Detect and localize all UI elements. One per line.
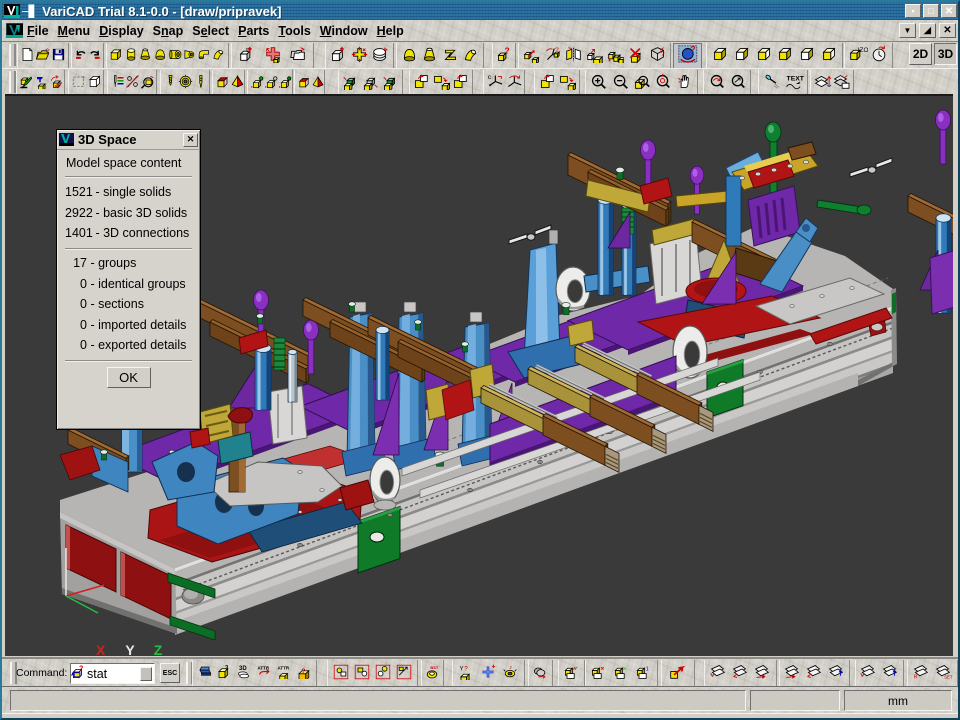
svg-text:ATTR: ATTR xyxy=(277,665,289,670)
svg-text:?: ? xyxy=(301,668,305,675)
svg-text:TEXT: TEXT xyxy=(786,76,804,83)
svg-text:?: ? xyxy=(79,664,83,672)
svg-text:?: ? xyxy=(690,45,695,54)
svg-text:IZO: IZO xyxy=(858,47,868,54)
svg-text:?: ? xyxy=(555,47,559,54)
svg-text:c: c xyxy=(488,74,492,81)
svg-text:?: ? xyxy=(504,46,509,56)
svg-text:?: ? xyxy=(661,51,665,58)
svg-text:3D: 3D xyxy=(239,666,247,672)
svg-text:ATTR: ATTR xyxy=(258,665,270,670)
svg-text:×: × xyxy=(622,666,625,672)
svg-text:SET: SET xyxy=(945,674,953,679)
svg-text:?: ? xyxy=(465,665,469,672)
svg-text:J: J xyxy=(509,664,512,670)
svg-text:R: R xyxy=(914,674,918,680)
svg-text:t: t xyxy=(246,47,248,54)
svg-text:-1: -1 xyxy=(644,666,649,672)
svg-text:3: 3 xyxy=(225,665,229,671)
svg-text:BST: BST xyxy=(430,664,439,669)
